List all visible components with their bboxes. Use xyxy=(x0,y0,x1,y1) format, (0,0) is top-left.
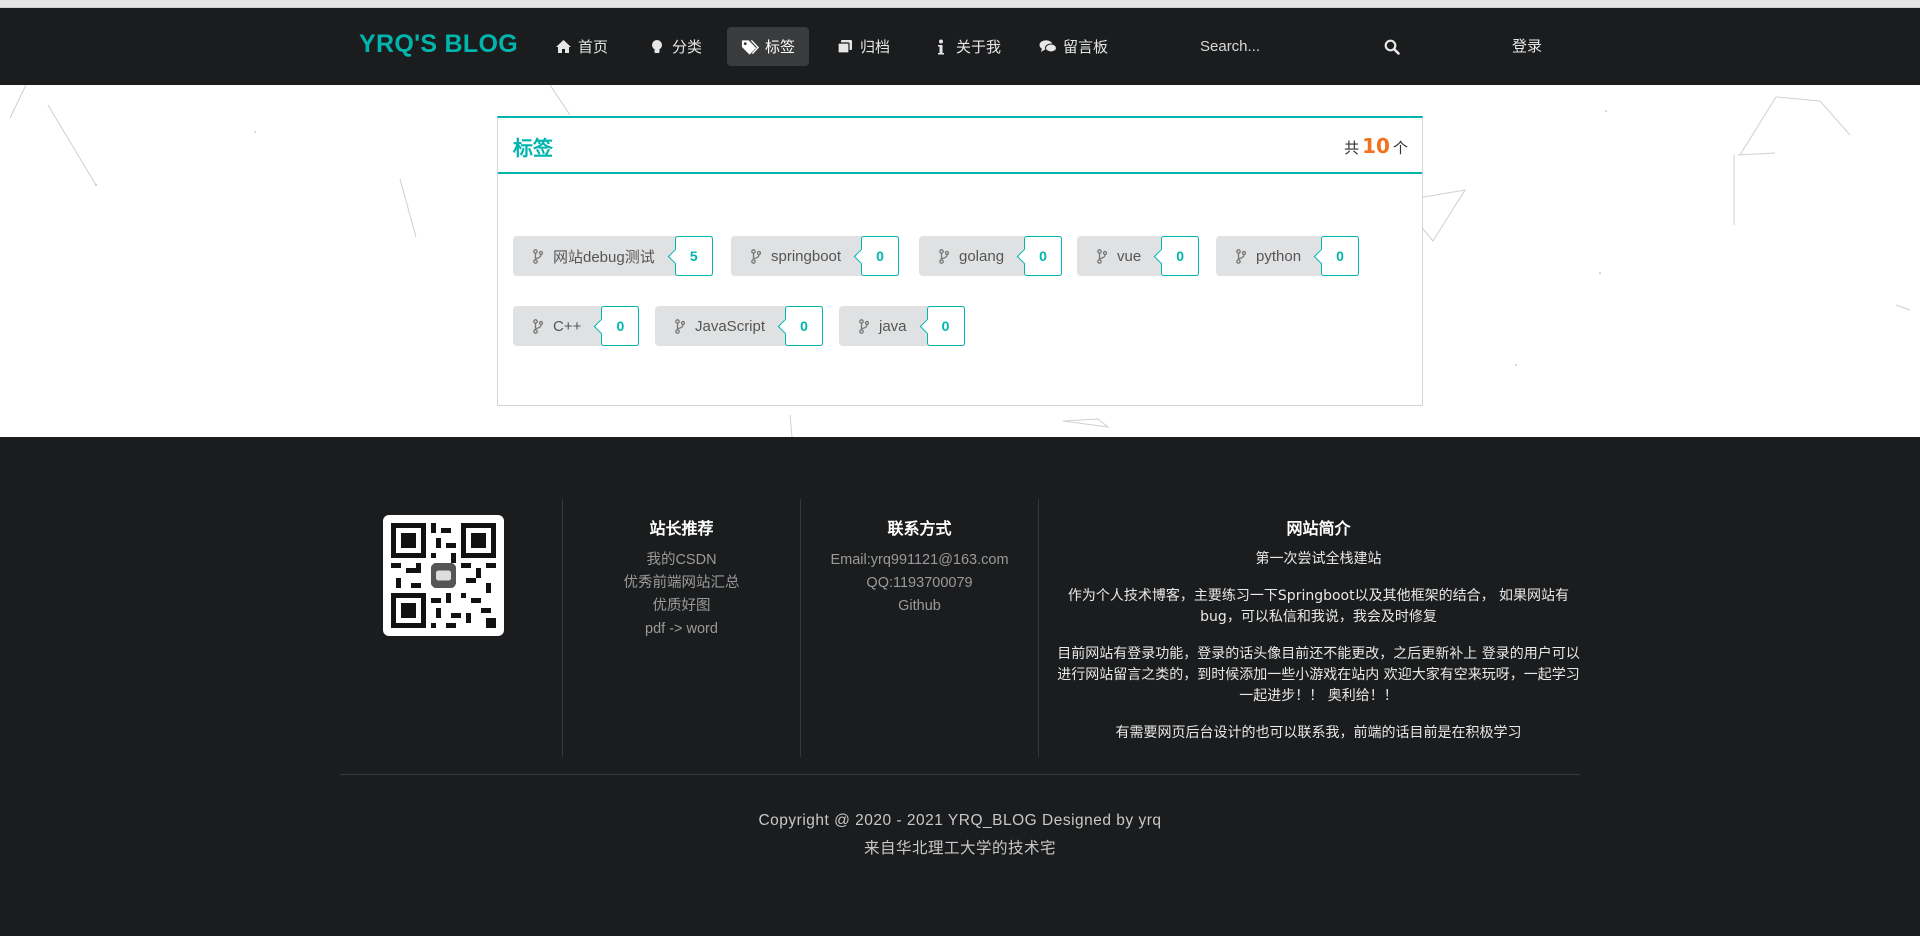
count-number: 10 xyxy=(1362,134,1390,158)
tag-item[interactable]: java 0 xyxy=(839,306,965,346)
copyright-text: Copyright @ 2020 - 2021 YRQ_BLOG Designe… xyxy=(758,812,1162,829)
about-title: 网站简介 xyxy=(1286,519,1351,538)
comments-icon xyxy=(1039,38,1057,56)
tag-item[interactable]: JavaScript 0 xyxy=(655,306,824,346)
code-branch-icon xyxy=(939,248,949,264)
code-branch-icon xyxy=(675,318,685,334)
tag-name: python xyxy=(1256,247,1302,265)
nav-category[interactable]: 分类 xyxy=(634,27,716,66)
about-paragraph: 第一次尝试全栈建站 xyxy=(1255,551,1382,567)
tags-panel: 标签 共 10 个 网站debug测试 5 springboot 0 golan… xyxy=(497,116,1423,406)
about-paragraph: 作为个人技术博客，主要练习一下Springboot以及其他框架的结合， 如果网站… xyxy=(1067,588,1570,625)
contact-email[interactable]: Email:yrq991121@163.com xyxy=(801,549,1038,572)
browser-top-strip xyxy=(0,0,1920,8)
about-paragraph: 目前网站有登录功能，登录的话头像目前还不能更改，之后更新补上 登录的用户可以进行… xyxy=(1057,646,1580,704)
tags-total-count: 共 10 个 xyxy=(1344,134,1408,158)
tag-name: JavaScript xyxy=(695,317,766,335)
tag-item[interactable]: vue 0 xyxy=(1077,236,1200,276)
count-suffix: 个 xyxy=(1392,139,1408,157)
tag-name: java xyxy=(879,317,907,335)
tag-name: golang xyxy=(959,247,1005,265)
contact-title: 联系方式 xyxy=(887,519,952,538)
about-paragraph: 有需要网页后台设计的也可以联系我，前端的话目前是在积极学习 xyxy=(1115,725,1522,741)
tag-count: 0 xyxy=(926,306,965,346)
link-good-images[interactable]: 优质好图 xyxy=(563,595,800,618)
footer-recommend: 站长推荐 我的CSDN 优秀前端网站汇总 优质好图 pdf -> word xyxy=(562,499,800,757)
wechat-qr-code xyxy=(383,515,504,636)
site-footer: 站长推荐 我的CSDN 优秀前端网站汇总 优质好图 pdf -> word 联系… xyxy=(0,437,1920,936)
search-icon[interactable] xyxy=(1384,39,1400,59)
nav-home-label: 首页 xyxy=(578,38,609,56)
code-branch-icon xyxy=(1236,248,1246,264)
link-csdn[interactable]: 我的CSDN xyxy=(563,549,800,572)
tag-count: 0 xyxy=(861,236,900,276)
nav-guestbook-label: 留言板 xyxy=(1063,38,1109,56)
home-icon xyxy=(554,38,572,56)
code-branch-icon xyxy=(1097,248,1107,264)
link-pdf-word[interactable]: pdf -> word xyxy=(563,618,800,641)
code-branch-icon xyxy=(859,318,869,334)
tag-name: vue xyxy=(1117,247,1142,265)
search-box xyxy=(1190,27,1412,66)
tag-count: 0 xyxy=(785,306,824,346)
origin-text: 来自华北理工大学的技术宅 xyxy=(863,840,1056,857)
link-frontend-sites[interactable]: 优秀前端网站汇总 xyxy=(563,572,800,595)
footer-contact: 联系方式 Email:yrq991121@163.com QQ:11937000… xyxy=(800,499,1038,757)
tags-icon xyxy=(741,38,759,56)
tag-count: 0 xyxy=(1321,236,1360,276)
footer-divider xyxy=(340,774,1580,775)
nav-about[interactable]: 关于我 xyxy=(918,27,1015,66)
tag-count: 5 xyxy=(674,236,713,276)
login-link[interactable]: 登录 xyxy=(1512,35,1542,56)
nav-about-label: 关于我 xyxy=(956,38,1002,56)
tag-name: 网站debug测试 xyxy=(553,248,655,266)
nav-archive-label: 归档 xyxy=(860,38,891,56)
nav-tags[interactable]: 标签 xyxy=(727,27,810,66)
count-prefix: 共 xyxy=(1344,139,1360,157)
tag-name: C++ xyxy=(553,317,582,335)
contact-qq[interactable]: QQ:1193700079 xyxy=(801,572,1038,595)
nav-guestbook[interactable]: 留言板 xyxy=(1025,27,1122,66)
tag-name: springboot xyxy=(771,247,842,265)
recommend-title: 站长推荐 xyxy=(649,519,714,538)
tag-item[interactable]: C++ 0 xyxy=(513,306,640,346)
tag-count: 0 xyxy=(1024,236,1063,276)
tag-item[interactable]: python 0 xyxy=(1216,236,1360,276)
contact-github[interactable]: Github xyxy=(801,595,1038,618)
search-input[interactable] xyxy=(1190,27,1412,66)
tag-count: 0 xyxy=(1161,236,1200,276)
footer-about: 网站简介 第一次尝试全栈建站 作为个人技术博客，主要练习一下Springboot… xyxy=(1038,499,1598,757)
tag-item[interactable]: springboot 0 xyxy=(731,236,900,276)
code-branch-icon xyxy=(751,248,761,264)
tags-panel-title: 标签 xyxy=(513,136,553,160)
tag-item[interactable]: golang 0 xyxy=(919,236,1063,276)
top-navbar: YRQ'S BLOG 首页 分类 标签 归档 关于我 留言板 Search...… xyxy=(0,8,1920,85)
tag-count: 0 xyxy=(601,306,640,346)
info-icon xyxy=(932,38,950,56)
tag-item[interactable]: 网站debug测试 5 xyxy=(513,236,713,276)
nav-archive[interactable]: 归档 xyxy=(822,27,904,66)
nav-home[interactable]: 首页 xyxy=(540,27,622,66)
nav-category-label: 分类 xyxy=(672,38,703,56)
code-branch-icon xyxy=(533,248,543,264)
clone-icon xyxy=(836,38,854,56)
code-branch-icon xyxy=(533,318,543,334)
nav-tags-label: 标签 xyxy=(765,38,796,56)
lightbulb-icon xyxy=(648,38,666,56)
site-brand[interactable]: YRQ'S BLOG xyxy=(359,30,518,59)
tags-panel-header: 标签 共 10 个 xyxy=(498,118,1422,174)
footer-copyright-block: Copyright @ 2020 - 2021 YRQ_BLOG Designe… xyxy=(0,807,1920,863)
